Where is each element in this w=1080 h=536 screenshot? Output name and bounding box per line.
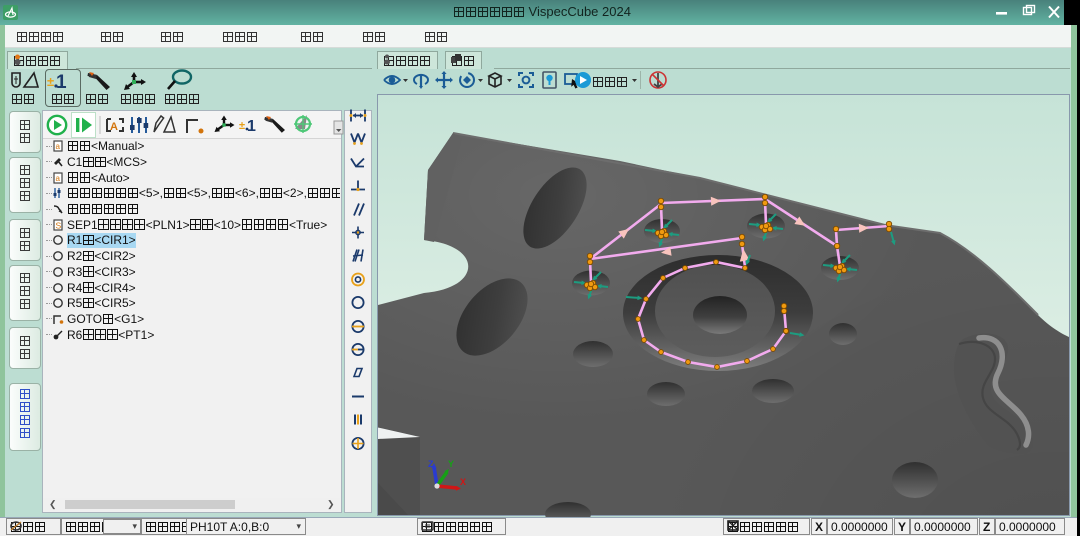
svg-text:A: A	[110, 121, 118, 133]
svg-text:Z: Z	[428, 459, 434, 469]
svg-text:1: 1	[56, 72, 67, 93]
svg-text:a: a	[56, 142, 61, 151]
svg-text:1: 1	[247, 118, 256, 135]
svg-text:S: S	[56, 220, 62, 230]
svg-text:Y: Y	[448, 459, 454, 469]
svg-text:±: ±	[47, 74, 54, 89]
svg-text:X: X	[460, 477, 466, 487]
svg-text:±: ±	[239, 120, 245, 132]
svg-text:a: a	[56, 174, 61, 183]
